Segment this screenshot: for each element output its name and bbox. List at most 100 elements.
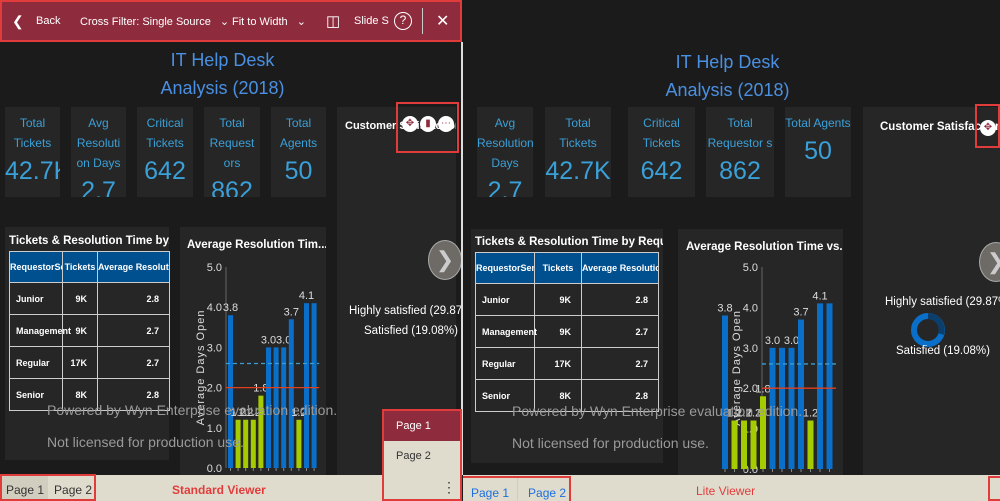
page-title: IT Help Desk Analysis (2018) <box>120 46 325 102</box>
kpi-value: 42.7K <box>5 157 60 185</box>
kpi-label: Total Agents <box>279 116 318 150</box>
kpi-label: Total Tickets <box>13 116 52 150</box>
kpi-label: Total Tickets <box>559 116 597 150</box>
back-button[interactable]: Back <box>36 15 60 27</box>
y-tick-label: 5.0 <box>743 262 758 274</box>
table-row[interactable]: Regular 17K 2.7 <box>9 346 170 379</box>
watermark-line: Not licensed for production use. <box>47 434 244 450</box>
title-line: Analysis (2018) <box>160 78 285 98</box>
more-icon[interactable]: ⋯ <box>438 116 454 132</box>
chevron-left-icon[interactable]: ❮ <box>12 13 24 30</box>
help-icon[interactable]: ? <box>394 12 412 30</box>
bar <box>798 319 804 469</box>
focus-icon[interactable]: ✥ <box>980 120 996 136</box>
table-card: Tickets & Resolution Time by... Requesto… <box>5 227 170 460</box>
kpi-card[interactable]: Total Tickets 42.7K <box>545 107 611 197</box>
tab-page-2[interactable]: Page 2 <box>518 478 576 501</box>
table-cell: Regular <box>475 347 535 380</box>
column-header[interactable]: RequestorSeniority <box>9 251 63 283</box>
table-row[interactable]: Regular 17K 2.7 <box>475 347 659 380</box>
legend-satisfied: Satisfied (19.08%) <box>896 345 990 357</box>
bar <box>731 420 738 469</box>
viewer-label: Lite Viewer <box>696 484 756 498</box>
watermark-line: Not licensed for production use. <box>512 435 709 451</box>
kpi-card[interactable]: Total Requestor s 862 <box>706 107 774 197</box>
bar <box>250 419 256 468</box>
bar <box>817 303 823 469</box>
y-tick-label: 4.0 <box>207 302 222 314</box>
table-row[interactable]: Junior 9K 2.8 <box>9 282 170 315</box>
page-tabs: Page 1 Page 2 <box>0 474 96 501</box>
legend-highly-satisfied: Highly satisfied (29.87 <box>349 305 463 317</box>
slideshow-icon[interactable]: ◫ <box>326 12 340 30</box>
y-tick-label: 4.0 <box>743 302 758 314</box>
kpi-card[interactable]: Avg Resolution Days 2.7 <box>477 107 533 197</box>
column-header[interactable]: Tickets <box>534 252 582 284</box>
customer-satisfaction-card[interactable]: Customer Satisfaction Highly satisfied (… <box>863 107 1000 475</box>
card-actions: ✥ ▮ ⋯ <box>396 102 459 153</box>
table-card: Tickets & Resolution Time by Requ... Req… <box>471 229 663 463</box>
kpi-value: 862 <box>719 157 761 185</box>
kpi-card[interactable]: Total Agents 50 <box>785 107 851 197</box>
column-header[interactable]: Average Resolution Days <box>581 252 659 284</box>
column-header[interactable]: RequestorSeniority <box>475 252 535 284</box>
column-header[interactable]: Tickets <box>62 251 98 283</box>
tab-page-1[interactable]: Page 1 <box>463 478 519 501</box>
bar <box>807 420 814 469</box>
menu-item-page-1[interactable]: Page 1 <box>384 411 460 441</box>
kpi-card[interactable]: Total Request ors 862 <box>204 107 260 197</box>
data-label: 1.8 <box>755 383 770 395</box>
chevron-down-icon: ⌄ <box>296 15 306 28</box>
data-label: 3.8 <box>717 302 732 314</box>
slideshow-button[interactable]: Slide S <box>354 15 389 27</box>
y-tick-label: 0.0 <box>207 463 222 475</box>
close-icon[interactable]: ✕ <box>436 11 449 31</box>
column-header[interactable]: Average Resolution Days <box>97 251 170 283</box>
table-cell: 9K <box>534 283 582 316</box>
bar <box>304 303 309 468</box>
next-page-button[interactable]: ❯ <box>428 240 462 280</box>
table-row[interactable]: Management 9K 2.7 <box>475 315 659 348</box>
page-title: IT Help Desk Analysis (2018) <box>620 48 835 104</box>
tab-page-1[interactable]: Page 1 <box>2 476 49 499</box>
cross-filter-label: Cross Filter: Single Source <box>80 15 211 28</box>
table-row[interactable]: Management 9K 2.7 <box>9 314 170 347</box>
menu-item-page-2[interactable]: Page 2 <box>384 441 460 471</box>
data-label: 1.2 <box>803 408 818 420</box>
kpi-card[interactable]: Total Agents 50 <box>271 107 326 197</box>
more-vertical-icon[interactable]: ⋮ <box>442 479 456 496</box>
bar <box>311 303 317 468</box>
kpi-card[interactable]: Critical Tickets 642 <box>628 107 695 197</box>
table-row[interactable]: Junior 9K 2.8 <box>475 283 659 316</box>
table-title: Tickets & Resolution Time by... <box>9 235 169 247</box>
bar <box>243 419 249 468</box>
chevron-down-icon: ⌄ <box>219 15 230 28</box>
kpi-label: Avg Resolution Days <box>477 116 533 170</box>
kpi-label: Critical Tickets <box>642 116 681 150</box>
table-cell: 2.7 <box>581 315 659 348</box>
viewer-toolbar: ❮ Back Cross Filter: Single Source ⌄ Fit… <box>0 0 462 42</box>
bar <box>722 315 728 469</box>
export-icon[interactable]: ▮ <box>420 116 436 132</box>
data-label: 4.1 <box>812 290 827 302</box>
legend-satisfied: Satisfied (19.08%) <box>364 325 458 337</box>
kpi-card[interactable]: Total Tickets 42.7K <box>5 107 60 197</box>
data-table: RequestorSeniorityTicketsAverage Resolut… <box>475 252 659 412</box>
kpi-label: Avg Resoluti on Days <box>76 116 121 170</box>
data-label: 3.7 <box>284 306 299 318</box>
bar <box>741 420 747 469</box>
zoom-dropdown[interactable]: Fit to Width ⌄ <box>232 15 306 28</box>
table-cell: Junior <box>475 283 535 316</box>
bar <box>750 420 757 469</box>
kpi-card[interactable]: Critical Tickets 642 <box>137 107 193 197</box>
y-tick-label: 5.0 <box>207 262 222 274</box>
kpi-card[interactable]: Avg Resoluti on Days 2.7 <box>71 107 126 197</box>
cross-filter-dropdown[interactable]: Cross Filter: Single Source ⌄ <box>80 15 229 28</box>
kpi-label: Critical Tickets <box>146 116 184 150</box>
table-header-row: RequestorSeniorityTicketsAverage Resolut… <box>9 251 170 283</box>
table-cell: 9K <box>534 315 582 348</box>
tab-page-2[interactable]: Page 2 <box>48 476 98 499</box>
more-menu-button[interactable] <box>988 476 1000 501</box>
focus-icon[interactable]: ✥ <box>402 116 418 132</box>
table-cell: Regular <box>9 346 63 379</box>
